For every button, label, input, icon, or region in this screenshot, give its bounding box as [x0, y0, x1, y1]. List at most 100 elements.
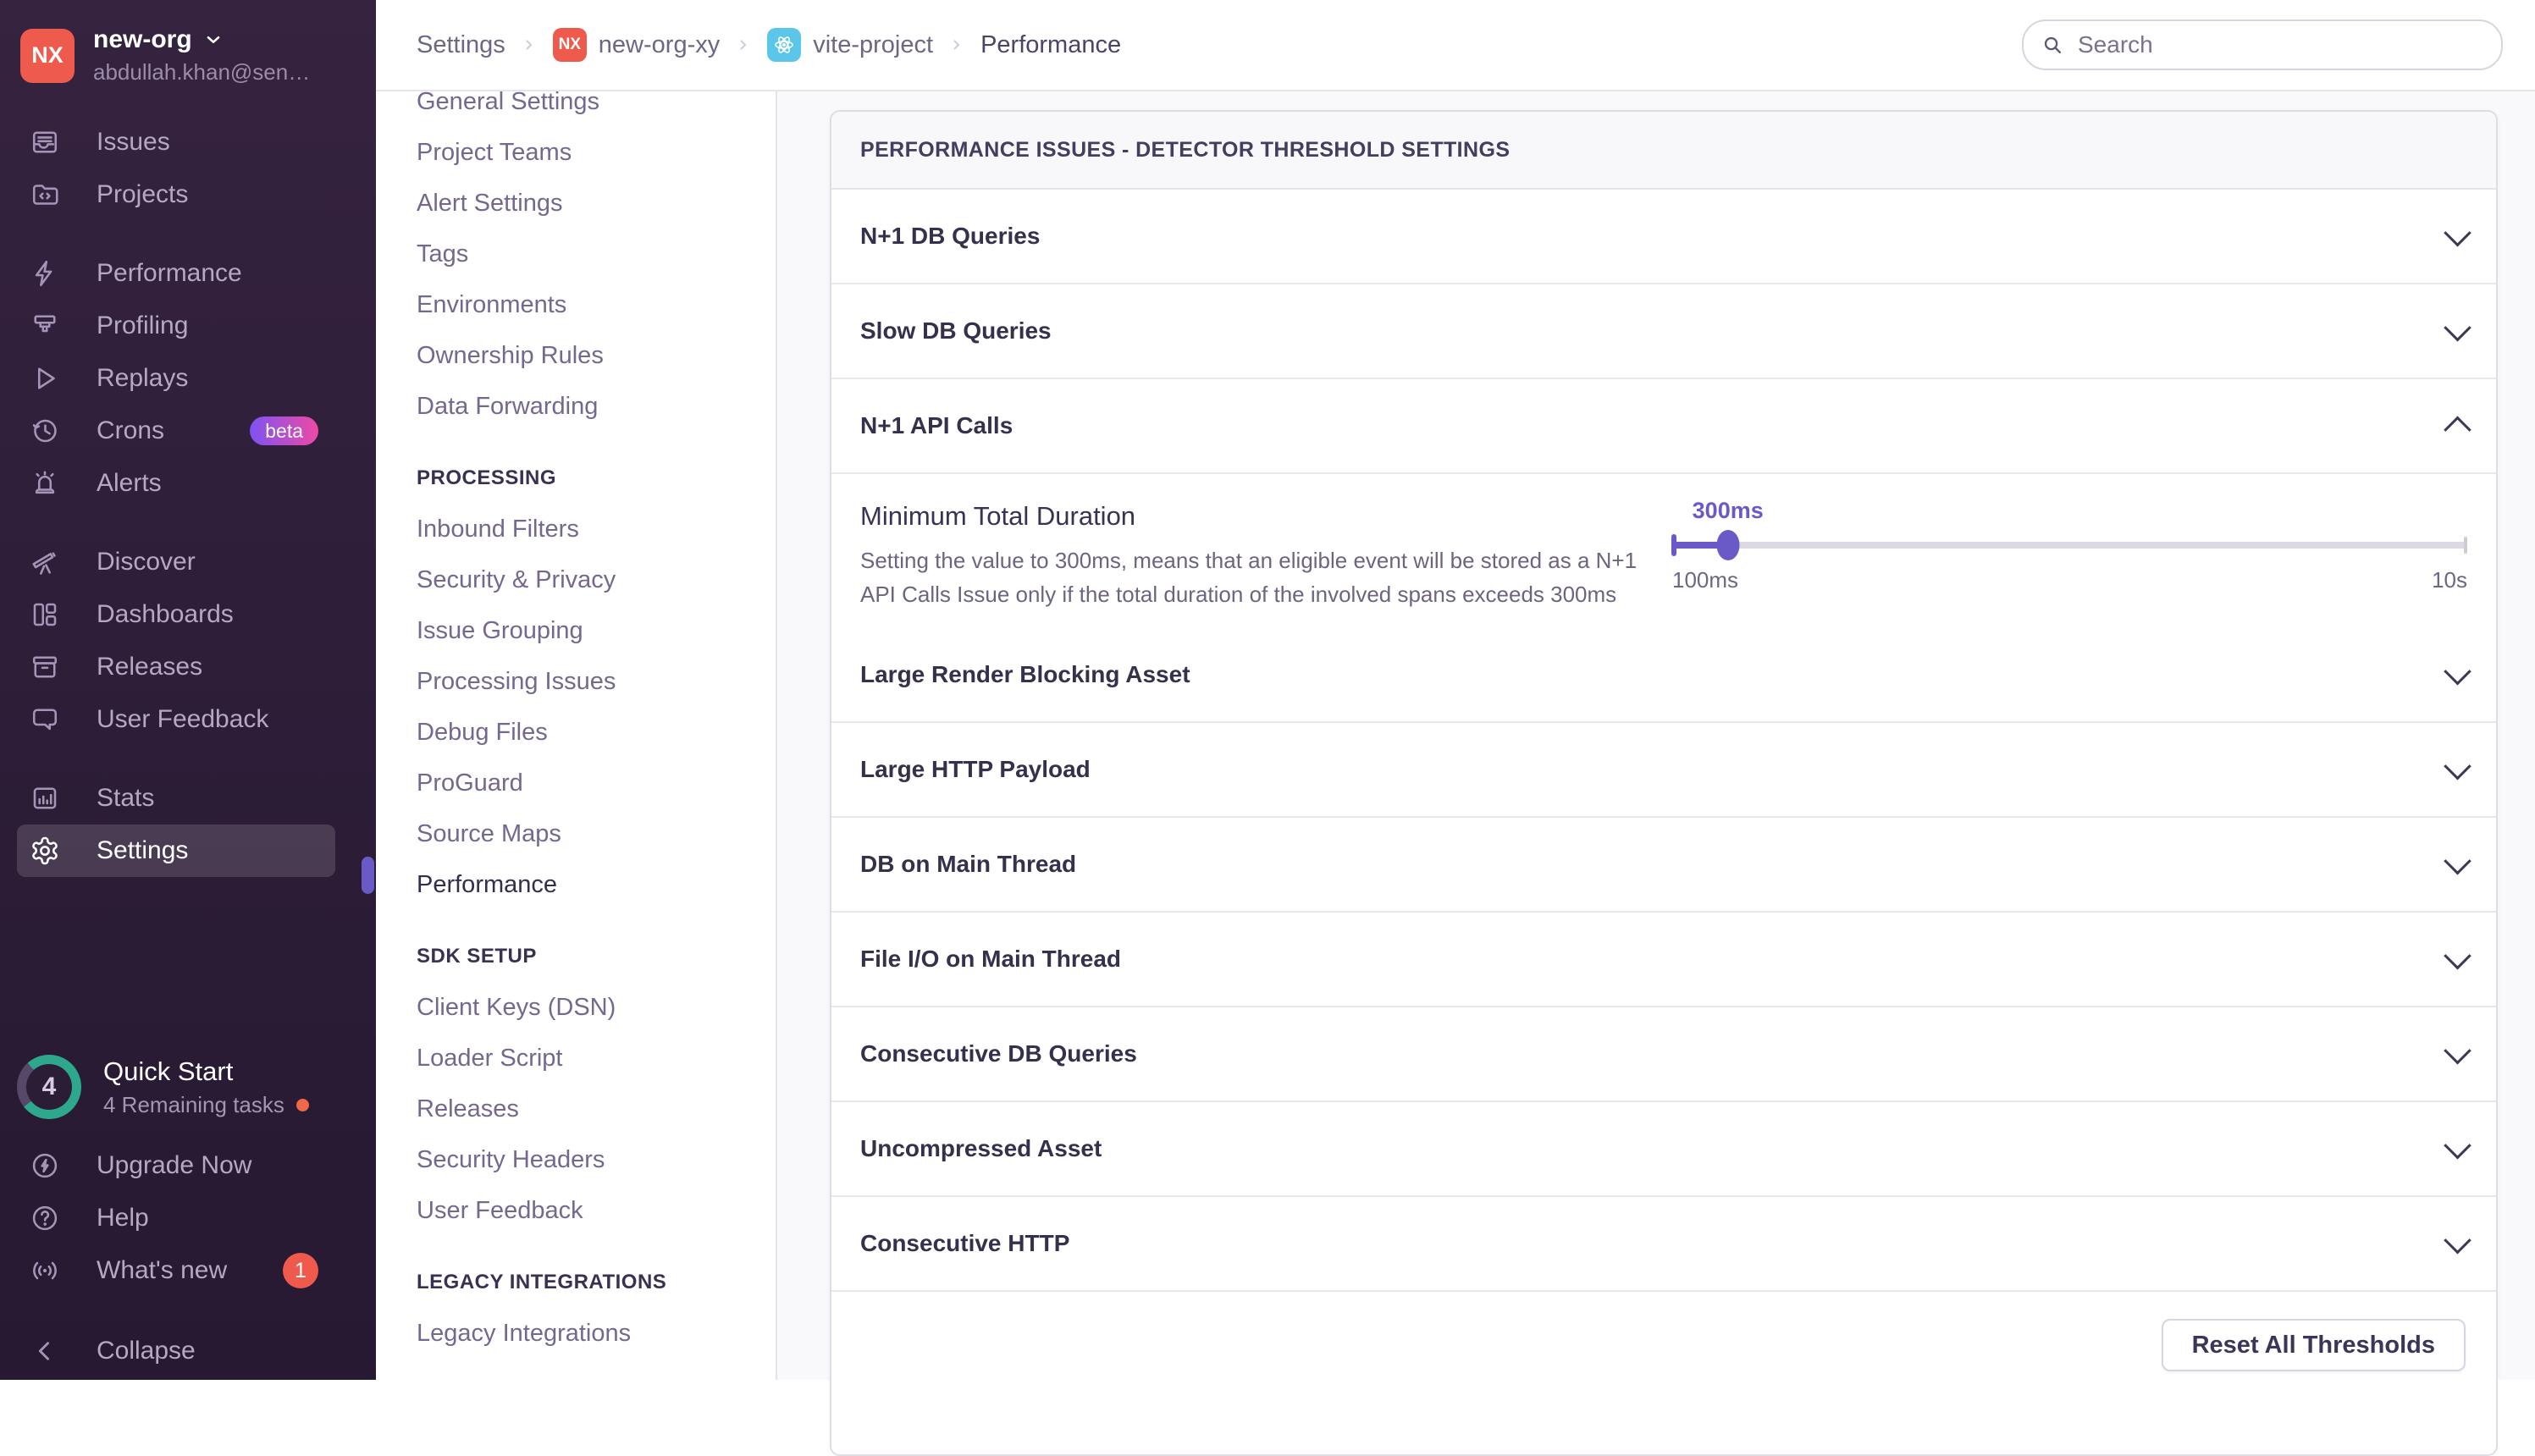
sidebar: NX new-org abdullah.khan@sen… Issues Pro…: [0, 0, 376, 1380]
settings-nav-item-releases[interactable]: Releases: [417, 1084, 776, 1134]
settings-nav-item-alert-settings[interactable]: Alert Settings: [417, 178, 776, 229]
settings-nav-item-environments[interactable]: Environments: [417, 279, 776, 330]
settings-nav-header-legacy-integrations: LEGACY INTEGRATIONS: [417, 1271, 667, 1293]
panel-header: PERFORMANCE ISSUES - DETECTOR THRESHOLD …: [831, 112, 2496, 190]
sidebar-item-dashboards[interactable]: Dashboards: [17, 588, 335, 641]
quick-start-subtitle: 4 Remaining tasks: [103, 1091, 284, 1117]
sidebar-item-stats[interactable]: Stats: [17, 772, 335, 825]
beta-badge: beta: [250, 416, 318, 445]
sidebar-item-releases[interactable]: Releases: [17, 641, 335, 693]
detector-row-n1-db-queries[interactable]: N+1 DB Queries: [831, 190, 2496, 283]
sidebar-item-user-feedback[interactable]: User Feedback: [17, 693, 335, 746]
detector-row-n1-api-calls[interactable]: N+1 API Calls: [831, 378, 2496, 472]
settings-nav-active-indicator: [362, 857, 374, 894]
search-box[interactable]: [2022, 19, 2503, 70]
releases-icon: [29, 651, 61, 683]
sidebar-item-settings[interactable]: Settings: [17, 825, 335, 877]
quick-start-text: Quick Start 4 Remaining tasks: [103, 1056, 309, 1118]
detector-row-consecutive-http[interactable]: Consecutive HTTP: [831, 1195, 2496, 1290]
settings-nav-item-data-forwarding[interactable]: Data Forwarding: [417, 381, 776, 432]
sidebar-item-whats-new[interactable]: What's new 1: [17, 1244, 335, 1297]
threshold-settings-panel: PERFORMANCE ISSUES - DETECTOR THRESHOLD …: [830, 110, 2498, 1456]
slider-handle[interactable]: [1716, 530, 1740, 560]
panel-footer: Reset All Thresholds: [831, 1290, 2496, 1454]
settings-nav-item-general-settings[interactable]: General Settings: [417, 91, 776, 127]
detail-title: Minimum Total Duration: [860, 501, 1136, 531]
sidebar-item-label: Releases: [97, 653, 203, 681]
projects-icon: [29, 179, 61, 211]
app: NX new-org abdullah.khan@sen… Issues Pro…: [0, 0, 2535, 1456]
breadcrumb-settings[interactable]: Settings: [417, 31, 505, 59]
settings-nav-item-proguard[interactable]: ProGuard: [417, 758, 776, 808]
org-chip: NX: [552, 28, 587, 62]
sidebar-item-projects[interactable]: Projects: [17, 168, 335, 221]
slider-value: 300ms: [1692, 498, 1764, 523]
org-switcher[interactable]: NX new-org abdullah.khan@sen…: [0, 0, 376, 85]
chevron-down-icon: [2444, 941, 2471, 970]
settings-nav-item-performance[interactable]: Performance: [417, 859, 776, 910]
sidebar-item-issues[interactable]: Issues: [17, 116, 335, 168]
detector-row-slow-db-queries[interactable]: Slow DB Queries: [831, 283, 2496, 378]
sidebar-item-crons[interactable]: Crons beta: [17, 405, 335, 457]
sidebar-item-performance[interactable]: Performance: [17, 247, 335, 300]
chevron-right-icon: [735, 36, 752, 53]
quick-start[interactable]: 4 Quick Start 4 Remaining tasks: [17, 1055, 356, 1119]
chevron-down-icon: [2444, 752, 2471, 780]
settings-nav-item-debug-files[interactable]: Debug Files: [417, 707, 776, 758]
settings-nav-item-security-privacy[interactable]: Security & Privacy: [417, 554, 776, 605]
whats-new-badge: 1: [283, 1253, 318, 1288]
sidebar-item-label: Crons: [97, 416, 165, 444]
detector-row-consecutive-db-queries[interactable]: Consecutive DB Queries: [831, 1006, 2496, 1100]
sidebar-item-replays[interactable]: Replays: [17, 352, 335, 405]
sidebar-item-label: Collapse: [97, 1337, 196, 1365]
sidebar-item-help[interactable]: Help: [17, 1192, 335, 1244]
chevron-down-icon: [2444, 1226, 2471, 1255]
chevron-down-icon: [2444, 657, 2471, 686]
sidebar-item-profiling[interactable]: Profiling: [17, 300, 335, 352]
breadcrumb-organization[interactable]: NX new-org-xy: [552, 28, 720, 62]
breadcrumb-project[interactable]: vite-project: [767, 28, 933, 62]
sidebar-item-label: Upgrade Now: [97, 1151, 252, 1179]
settings-nav-item-processing-issues[interactable]: Processing Issues: [417, 656, 776, 707]
settings-nav-item-ownership-rules[interactable]: Ownership Rules: [417, 330, 776, 381]
detector-row-file-io-on-main-thread[interactable]: File I/O on Main Thread: [831, 911, 2496, 1006]
settings-nav-item-source-maps[interactable]: Source Maps: [417, 808, 776, 859]
detector-row-uncompressed-asset[interactable]: Uncompressed Asset: [831, 1100, 2496, 1195]
settings-nav-item-security-headers[interactable]: Security Headers: [417, 1134, 776, 1185]
settings-nav-item-client-keys[interactable]: Client Keys (DSN): [417, 982, 776, 1033]
settings-nav-item-project-teams[interactable]: Project Teams: [417, 127, 776, 178]
detector-row-large-http-payload[interactable]: Large HTTP Payload: [831, 721, 2496, 816]
sidebar-footer: Upgrade Now Help What's new 1 Collapse: [0, 1139, 376, 1380]
settings-nav-item-legacy-integrations[interactable]: Legacy Integrations: [417, 1308, 776, 1359]
sidebar-item-discover[interactable]: Discover: [17, 536, 335, 588]
panel-area: PERFORMANCE ISSUES - DETECTOR THRESHOLD …: [777, 91, 2535, 1456]
sidebar-item-alerts[interactable]: Alerts: [17, 457, 335, 510]
react-icon: [767, 28, 802, 62]
chevron-left-icon: [29, 1335, 61, 1367]
settings-nav-item-user-feedback[interactable]: User Feedback: [417, 1185, 776, 1236]
pending-task-dot: [295, 1098, 309, 1111]
sidebar-item-label: What's new: [97, 1256, 228, 1284]
slider-max-label: 10s: [2432, 567, 2467, 593]
chevron-up-icon: [2444, 415, 2471, 444]
quick-start-title: Quick Start: [103, 1056, 234, 1086]
sidebar-item-collapse[interactable]: Collapse: [17, 1325, 335, 1377]
slider-min-label: 100ms: [1671, 567, 1739, 593]
settings-nav-item-loader-script[interactable]: Loader Script: [417, 1033, 776, 1084]
duration-slider[interactable]: 300ms 100ms 10s: [1671, 498, 2467, 599]
sidebar-item-label: Help: [97, 1204, 149, 1232]
search-input[interactable]: [2076, 30, 2484, 59]
detector-row-db-on-main-thread[interactable]: DB on Main Thread: [831, 816, 2496, 911]
detector-row-large-render-blocking-asset[interactable]: Large Render Blocking Asset: [831, 628, 2496, 721]
org-name: new-org: [93, 25, 192, 53]
help-icon: [29, 1202, 61, 1234]
settings-nav-item-issue-grouping[interactable]: Issue Grouping: [417, 605, 776, 656]
sidebar-item-label: Settings: [97, 836, 189, 864]
settings-nav-item-tags[interactable]: Tags: [417, 229, 776, 279]
sidebar-item-upgrade-now[interactable]: Upgrade Now: [17, 1139, 335, 1192]
slider-track[interactable]: [1671, 530, 2467, 560]
reset-all-thresholds-button[interactable]: Reset All Thresholds: [2161, 1319, 2466, 1371]
dashboards-icon: [29, 598, 61, 631]
settings-nav-item-inbound-filters[interactable]: Inbound Filters: [417, 504, 776, 554]
replays-icon: [29, 362, 61, 394]
